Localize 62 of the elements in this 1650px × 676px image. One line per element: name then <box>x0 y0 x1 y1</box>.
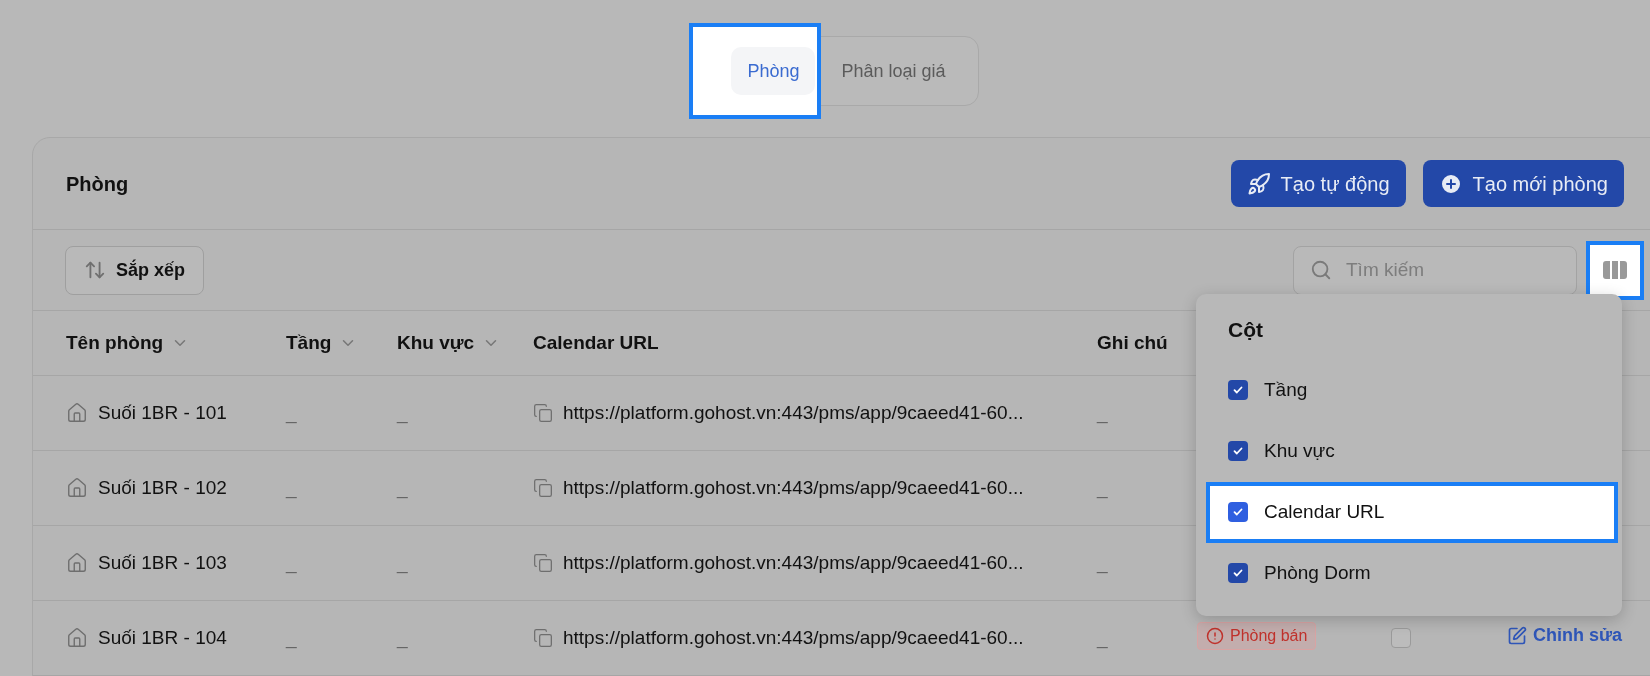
sort-button[interactable]: Sắp xếp <box>65 245 205 295</box>
tab[interactable]: Phân loại giá <box>825 47 962 95</box>
menu-item[interactable]: Calendar URL <box>1206 481 1618 543</box>
menu-item[interactable]: Phòng Dorm <box>1196 542 1622 604</box>
column-header[interactable]: Tầng <box>286 328 397 358</box>
checkbox[interactable] <box>1228 563 1248 583</box>
copy-icon[interactable] <box>533 403 553 423</box>
room-name: Suối 1BR - 102 <box>98 475 227 500</box>
table-cell-text: _ <box>1097 625 1109 651</box>
room-name: Suối 1BR - 103 <box>98 550 227 575</box>
checkbox[interactable] <box>1391 628 1411 648</box>
column-header[interactable]: Khu vực <box>397 328 533 358</box>
checkmark-icon <box>1232 506 1244 518</box>
table-cell-text: _ <box>397 475 409 501</box>
action-button[interactable]: Tạo mới phòng <box>1422 160 1624 207</box>
table-cell-text: _ <box>397 550 409 576</box>
column-header[interactable]: Tên phòng <box>66 328 286 358</box>
search-icon <box>1310 258 1332 281</box>
copy-icon[interactable] <box>533 553 553 573</box>
calendar-url: https://platform.gohost.vn:443/pms/app/9caeed41-60... <box>563 625 1024 650</box>
table-cell-text: _ <box>286 625 298 651</box>
table-cell-text: _ <box>1097 550 1109 576</box>
status-tag: Phòng bán <box>1197 622 1317 651</box>
column-toggle-button[interactable] <box>1586 240 1644 300</box>
house-icon <box>66 477 88 499</box>
calendar-url: https://platform.gohost.vn:443/pms/app/9caeed41-60... <box>563 400 1024 425</box>
copy-icon[interactable] <box>533 478 553 498</box>
edit-icon <box>1507 625 1527 646</box>
checkbox[interactable] <box>1228 380 1248 400</box>
room-name: Suối 1BR - 101 <box>98 400 227 425</box>
checkbox[interactable] <box>1228 441 1248 461</box>
menu-item[interactable]: Tầng <box>1196 359 1622 421</box>
rocket-icon <box>1246 171 1271 196</box>
tab[interactable]: Phòng <box>731 47 816 95</box>
checkmark-icon <box>1232 445 1244 457</box>
checkbox[interactable] <box>1228 502 1248 522</box>
table-cell-text: _ <box>1097 475 1109 501</box>
table-cell-text: _ <box>286 550 298 576</box>
calendar-url: https://platform.gohost.vn:443/pms/app/9caeed41-60... <box>563 475 1024 500</box>
search-field[interactable]: Tìm kiếm <box>1293 245 1577 295</box>
house-icon <box>66 552 88 574</box>
checkmark-icon <box>1232 384 1244 396</box>
house-icon <box>66 402 88 424</box>
columns-icon <box>1602 260 1628 280</box>
action-button[interactable]: Tạo tự động <box>1230 160 1406 207</box>
house-icon <box>66 627 88 649</box>
copy-icon[interactable] <box>533 628 553 648</box>
checkmark-icon <box>1232 567 1244 579</box>
table-cell-text: _ <box>1097 400 1109 426</box>
calendar-url: https://platform.gohost.vn:443/pms/app/9caeed41-60... <box>563 550 1024 575</box>
table-cell-text: _ <box>397 400 409 426</box>
column-header: Ghi chú <box>1097 330 1169 355</box>
menu-item[interactable]: Khu vực <box>1196 420 1622 482</box>
table-cell-text: _ <box>397 625 409 651</box>
table-cell-text: _ <box>286 400 298 426</box>
card-title: Phòng <box>66 171 129 197</box>
column-header: Calendar URL <box>533 330 660 355</box>
alert-icon <box>1206 627 1224 646</box>
room-name: Suối 1BR - 104 <box>98 625 227 650</box>
table-cell-text: _ <box>286 475 298 501</box>
sort-icon <box>84 259 106 281</box>
menu-title: Cột <box>1227 317 1264 343</box>
